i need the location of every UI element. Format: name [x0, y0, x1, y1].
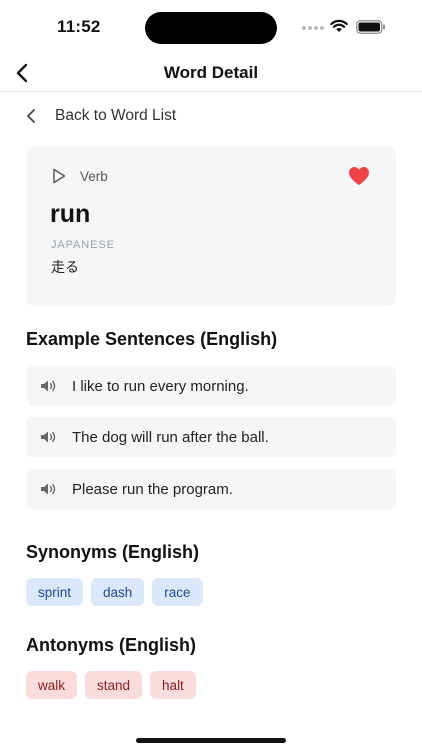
play-pronunciation-button[interactable]	[52, 168, 68, 184]
antonym-chip[interactable]: stand	[85, 671, 143, 699]
back-to-word-list-link[interactable]: Back to Word List	[26, 104, 176, 128]
back-link-label: Back to Word List	[55, 107, 177, 124]
antonyms-section-title: Antonyms (English)	[26, 635, 196, 655]
word-heading: run	[50, 200, 91, 228]
translation-language-label: JAPANESE	[51, 239, 115, 251]
play-sentence-button[interactable]	[40, 430, 58, 444]
part-of-speech-row: Verb	[52, 168, 108, 184]
example-sentence-text: Please run the program.	[72, 480, 233, 498]
synonyms-section-title: Synonyms (English)	[26, 542, 200, 562]
antonym-chip[interactable]: walk	[26, 671, 78, 699]
speaker-icon	[41, 483, 56, 495]
status-bar: 11:52	[0, 0, 422, 56]
cellular-signal-icon	[302, 26, 324, 30]
antonym-chip-list: walk stand halt	[26, 671, 196, 699]
translation-text: 走る	[51, 259, 79, 275]
play-icon	[53, 168, 66, 184]
synonym-chip[interactable]: race	[152, 578, 203, 606]
example-sentence: Please run the program.	[26, 469, 396, 509]
favorite-heart-icon[interactable]	[348, 166, 370, 186]
chevron-left-icon	[27, 109, 35, 123]
example-sentence: The dog will run after the ball.	[26, 417, 396, 457]
antonym-chip[interactable]: halt	[150, 671, 196, 699]
dynamic-island	[145, 12, 277, 44]
examples-section-title: Example Sentences (English)	[26, 329, 278, 349]
play-sentence-button[interactable]	[40, 379, 58, 393]
example-sentence-text: The dog will run after the ball.	[72, 428, 269, 446]
status-time: 11:52	[57, 17, 101, 36]
word-card: Verb run JAPANESE 走る	[26, 146, 396, 306]
home-indicator[interactable]	[136, 738, 286, 743]
speaker-icon	[41, 380, 56, 392]
wifi-icon	[330, 19, 348, 32]
page-title: Word Detail	[163, 63, 259, 82]
example-sentence-text: I like to run every morning.	[72, 377, 249, 395]
synonym-chip[interactable]: sprint	[26, 578, 84, 606]
battery-icon	[356, 20, 385, 34]
navigation-bar: Word Detail	[0, 56, 422, 92]
play-sentence-button[interactable]	[40, 482, 58, 496]
synonym-chip[interactable]: dash	[91, 578, 145, 606]
speaker-icon	[41, 431, 56, 443]
part-of-speech: Verb	[80, 168, 108, 184]
example-sentence: I like to run every morning.	[26, 366, 396, 406]
synonym-chip-list: sprint dash race	[26, 578, 203, 606]
